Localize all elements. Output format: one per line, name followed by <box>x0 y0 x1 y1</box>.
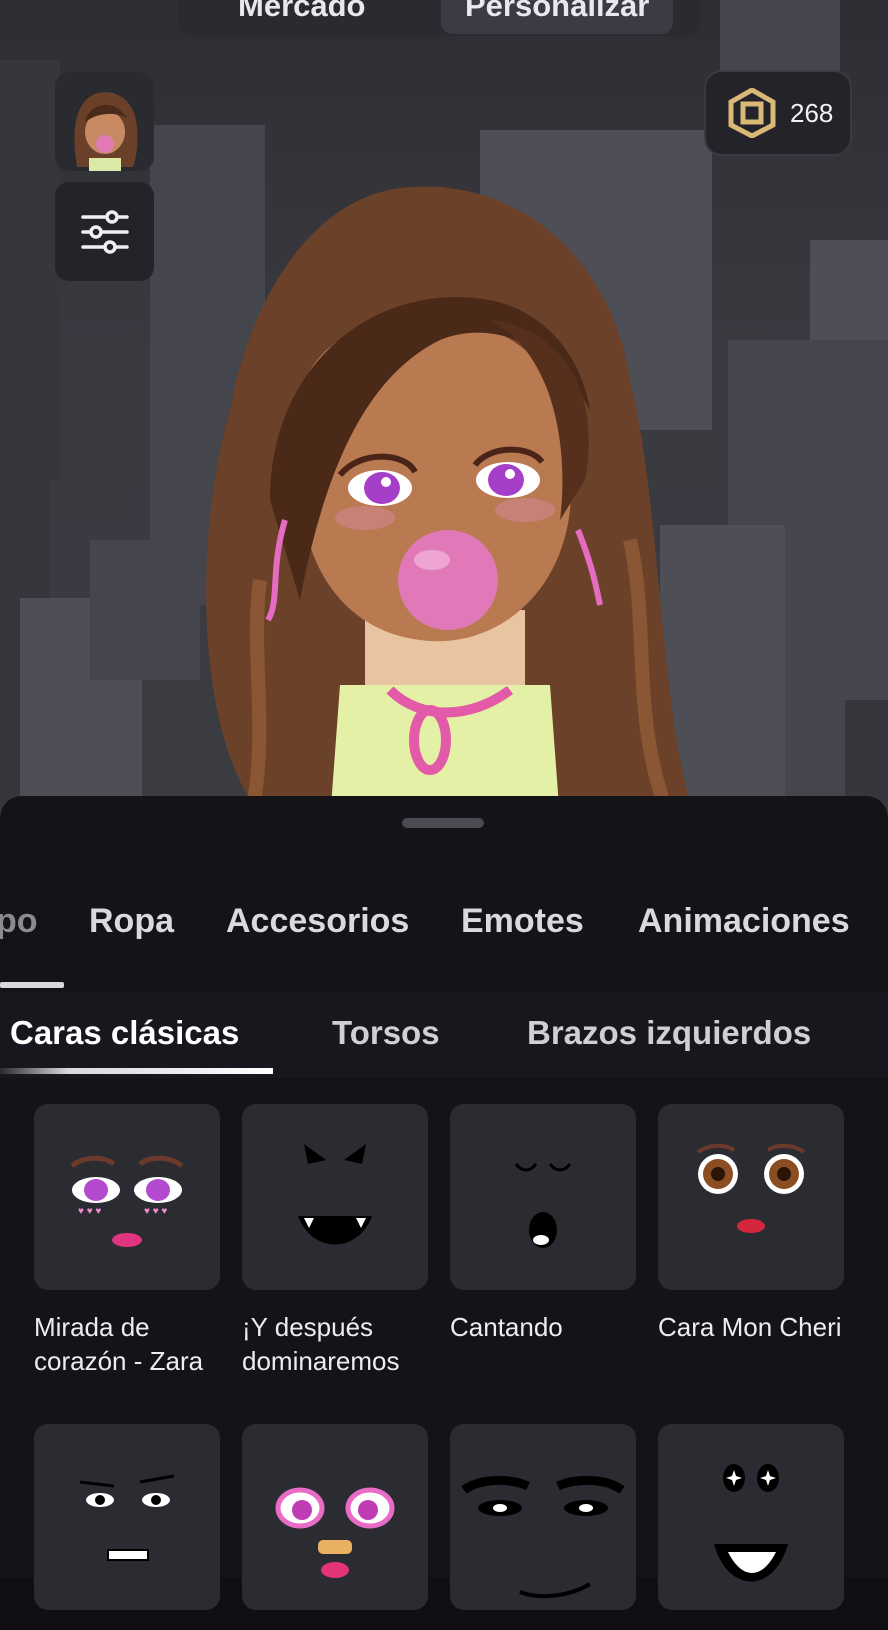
avatar-preview-scene[interactable]: Mercado Personalizar 268 <box>0 0 888 820</box>
tab-personalizar[interactable]: Personalizar <box>441 0 674 34</box>
tab-category-emotes[interactable]: Emotes <box>461 876 584 966</box>
tab-category-accesorios[interactable]: Accesorios <box>226 876 409 966</box>
item-name: Cara Mon Cheri <box>658 1312 842 1342</box>
item-thumbnail <box>242 1424 428 1610</box>
bold-brows-face-icon <box>461 1475 625 1599</box>
item-thumbnail <box>450 1104 636 1290</box>
item-name: Mirada de corazón - Zara <box>34 1312 204 1376</box>
customize-sheet: po Ropa Accesorios Emotes Animaciones Ca… <box>0 796 888 1610</box>
face-item[interactable]: ♥ ♥ ♥ ♥ ♥ ♥ Mirada de corazón - Zara <box>34 1104 220 1378</box>
face-item[interactable]: Cantando <box>450 1104 636 1344</box>
robux-icon <box>728 88 776 138</box>
item-name: ¡Y después dominaremos <box>242 1312 400 1376</box>
drag-handle[interactable] <box>402 818 484 828</box>
scene-block <box>90 540 200 680</box>
category-active-indicator <box>0 982 64 988</box>
category-tabs: po Ropa Accesorios Emotes Animaciones <box>0 876 888 986</box>
face-item[interactable] <box>658 1424 844 1630</box>
svg-text:♥ ♥ ♥: ♥ ♥ ♥ <box>144 1206 167 1217</box>
svg-text:♥ ♥ ♥: ♥ ♥ ♥ <box>78 1206 101 1217</box>
tab-mercado[interactable]: Mercado <box>238 0 365 34</box>
tab-category-animaciones[interactable]: Animaciones <box>638 876 850 966</box>
avatar-thumbnail-button[interactable] <box>55 72 154 171</box>
starry-smile-face-icon <box>714 1464 788 1582</box>
face-item[interactable]: ¡Y después dominaremos <box>242 1104 428 1378</box>
robux-amount: 268 <box>790 97 834 128</box>
avatar-thumbnail <box>74 92 138 171</box>
tab-category-ropa[interactable]: Ropa <box>89 876 174 966</box>
singing-face-icon <box>514 1163 572 1248</box>
grimace-face-icon <box>79 1474 175 1561</box>
item-thumbnail <box>242 1104 428 1290</box>
face-item[interactable] <box>450 1424 636 1630</box>
subcategory-active-indicator <box>0 1068 273 1074</box>
villain-face-icon <box>298 1144 372 1245</box>
item-name: Cantando <box>450 1312 563 1342</box>
item-thumbnail <box>34 1424 220 1610</box>
item-thumbnail <box>658 1104 844 1290</box>
face-item[interactable] <box>34 1424 220 1630</box>
tab-caras-clasicas[interactable]: Caras clásicas <box>10 992 239 1074</box>
subcategory-tabs: Caras clásicas Torsos Brazos izquierdos <box>0 992 888 1078</box>
tab-category-cuerpo[interactable]: po <box>0 876 38 966</box>
mon-cheri-face-icon <box>696 1143 806 1233</box>
back-arrow-icon[interactable] <box>70 0 122 18</box>
tab-torsos[interactable]: Torsos <box>332 992 440 1074</box>
item-thumbnail <box>658 1424 844 1610</box>
face-item[interactable]: Cara Mon Cheri <box>658 1104 844 1344</box>
item-thumbnail: ♥ ♥ ♥ ♥ ♥ ♥ <box>34 1104 220 1290</box>
avatar-model <box>206 186 690 820</box>
tab-brazos-izquierdos[interactable]: Brazos izquierdos <box>527 992 811 1074</box>
item-thumbnail <box>450 1424 636 1610</box>
face-item[interactable] <box>242 1424 428 1630</box>
settings-button[interactable] <box>55 182 154 281</box>
sliders-icon <box>80 209 129 254</box>
pink-eyes-face-icon <box>275 1487 395 1578</box>
scene-block <box>845 700 888 810</box>
robux-balance[interactable]: 268 <box>704 70 852 156</box>
heart-eyes-face-icon: ♥ ♥ ♥ ♥ ♥ ♥ <box>70 1155 184 1247</box>
